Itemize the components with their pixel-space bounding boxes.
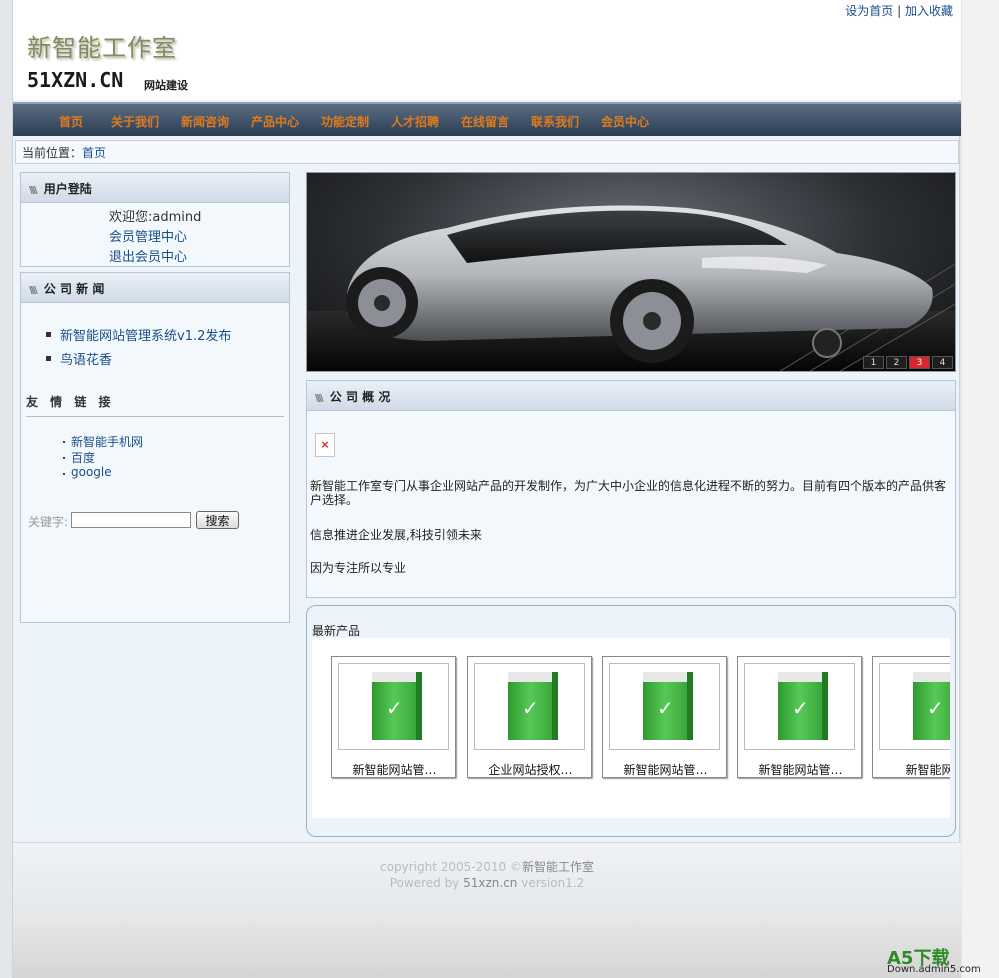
add-favorite-link[interactable]: 加入收藏	[905, 4, 953, 18]
top-links: 设为首页 | 加入收藏	[845, 2, 953, 19]
product-card[interactable]: ✓ 新智能网站	[872, 656, 950, 778]
car-image	[346, 205, 955, 371]
company-news-header: \\\\ 公 司 新 闻	[21, 273, 289, 303]
search-button[interactable]: 搜索	[196, 511, 239, 529]
version-text: version1.2	[517, 876, 585, 890]
nav-item-member[interactable]: 会员中心	[601, 113, 649, 130]
banner-page-4[interactable]: 4	[932, 356, 953, 369]
latest-products-title: 最新产品	[312, 624, 361, 638]
copyright-prefix: copyright 2005-2010 ©	[380, 860, 522, 874]
nav-item-about[interactable]: 关于我们	[111, 113, 159, 130]
breadcrumb: 当前位置：首页	[15, 140, 959, 164]
product-card[interactable]: ✓ 新智能网站管…	[602, 656, 727, 778]
logo-domain[interactable]: 51XZN.CN	[27, 68, 123, 92]
product-name[interactable]: 企业网站授权…	[468, 761, 593, 778]
news-item[interactable]: 鸟语花香	[46, 349, 231, 373]
product-card[interactable]: ✓ 企业网站授权…	[467, 656, 592, 778]
product-name[interactable]: 新智能网站管…	[332, 761, 457, 778]
keyword-input[interactable]	[71, 512, 191, 528]
friend-link[interactable]: 百度	[63, 449, 143, 465]
page-container: 设为首页 | 加入收藏 新智能工作室 51XZN.CN 网站建设 首页 关于我们…	[12, 0, 961, 978]
copyright-owner: 新智能工作室	[521, 860, 594, 874]
company-news-box: \\\\ 公 司 新 闻 新智能网站管理系统v1.2发布 鸟语花香 友 情 链 …	[20, 272, 290, 623]
company-overview-header: \\\\ 公 司 概 况	[307, 381, 955, 411]
friend-links-title: 友 情 链 接	[26, 393, 284, 417]
banner-page-3[interactable]: 3	[909, 356, 930, 369]
powered-by-line: Powered by 51xzn.cn version1.2	[13, 875, 961, 891]
user-login-title: 用户登陆	[43, 182, 92, 196]
double-slash-icon: \\\\	[29, 285, 37, 296]
double-slash-icon: \\\\	[315, 393, 323, 404]
product-name[interactable]: 新智能网站管…	[738, 761, 863, 778]
main-nav: 首页 关于我们 新闻咨询 产品中心 功能定制 人才招聘 在线留言 联系我们 会员…	[13, 102, 961, 136]
a5-download-watermark: A5下载 Down.admin5.com	[887, 944, 993, 976]
header: 设为首页 | 加入收藏 新智能工作室 51XZN.CN 网站建设	[13, 0, 961, 100]
double-slash-icon: \\\\	[29, 185, 37, 196]
watermark-sub: Down.admin5.com	[887, 964, 981, 975]
breadcrumb-label: 当前位置：	[22, 146, 83, 160]
news-item[interactable]: 新智能网站管理系统v1.2发布	[46, 325, 231, 349]
logo-chinese-name[interactable]: 新智能工作室	[27, 28, 177, 63]
product-image: ✓	[879, 663, 950, 750]
friend-links-list: 新智能手机网 百度 google	[63, 433, 143, 481]
product-image: ✓	[744, 663, 855, 750]
nav-item-contact[interactable]: 联系我们	[531, 113, 579, 130]
banner-page-1[interactable]: 1	[863, 356, 884, 369]
banner-page-2[interactable]: 2	[886, 356, 907, 369]
product-name[interactable]: 新智能网站	[873, 761, 950, 778]
window-scrollbar[interactable]	[962, 0, 999, 978]
user-login-header: \\\\ 用户登陆	[21, 173, 289, 203]
friend-link[interactable]: 新智能手机网	[63, 433, 143, 449]
powered-by-prefix: Powered by	[389, 876, 464, 890]
latest-products-box: 最新产品 ✓ 新智能网站管… ✓ 企业网站授权… ✓ 新智能网站管… ✓ 新智能…	[306, 605, 956, 837]
banner-slideshow[interactable]: 1 2 3 4	[306, 172, 956, 372]
product-image: ✓	[338, 663, 449, 750]
broken-image-icon: ×	[315, 433, 335, 457]
company-news-title: 公 司 新 闻	[43, 282, 105, 296]
company-overview-title: 公 司 概 况	[329, 390, 391, 404]
nav-item-jobs[interactable]: 人才招聘	[391, 113, 439, 130]
logo-subtitle: 网站建设	[144, 79, 188, 92]
top-links-separator: |	[897, 4, 902, 18]
footer-bottom-band	[13, 914, 961, 978]
nav-item-custom[interactable]: 功能定制	[321, 113, 369, 130]
user-login-box: \\\\ 用户登陆 欢迎您:admind 会员管理中心 退出会员中心	[20, 172, 290, 267]
product-image: ✓	[609, 663, 720, 750]
product-carousel: ✓ 新智能网站管… ✓ 企业网站授权… ✓ 新智能网站管… ✓ 新智能网站管… …	[312, 638, 950, 818]
product-image: ✓	[474, 663, 585, 750]
friend-link[interactable]: google	[63, 465, 143, 481]
powered-by-site-link[interactable]: 51xzn.cn	[463, 876, 517, 890]
news-list: 新智能网站管理系统v1.2发布 鸟语花香	[46, 325, 231, 373]
welcome-text: 欢迎您:admind	[109, 210, 202, 225]
footer: copyright 2005-2010 ©新智能工作室 Powered by 5…	[13, 842, 961, 914]
overview-paragraph: 新智能工作室专门从事企业网站产品的开发制作，为广大中小企业的信息化进程不断的努力…	[310, 479, 947, 507]
member-manage-link[interactable]: 会员管理中心	[109, 226, 187, 245]
product-card[interactable]: ✓ 新智能网站管…	[737, 656, 862, 778]
set-homepage-link[interactable]: 设为首页	[845, 4, 893, 18]
breadcrumb-home-link[interactable]: 首页	[82, 146, 106, 160]
overview-paragraph: 信息推进企业发展,科技引领未来	[310, 528, 482, 542]
banner-pager: 1 2 3 4	[861, 356, 953, 369]
copyright-line: copyright 2005-2010 ©新智能工作室	[13, 859, 961, 875]
company-overview-box: \\\\ 公 司 概 况 × 新智能工作室专门从事企业网站产品的开发制作，为广大…	[306, 380, 956, 598]
member-logout-link[interactable]: 退出会员中心	[109, 246, 187, 265]
product-card[interactable]: ✓ 新智能网站管…	[331, 656, 456, 778]
nav-item-news[interactable]: 新闻咨询	[181, 113, 229, 130]
overview-paragraph: 因为专注所以专业	[310, 561, 407, 575]
product-name[interactable]: 新智能网站管…	[603, 761, 728, 778]
nav-item-products[interactable]: 产品中心	[251, 113, 299, 130]
nav-item-message[interactable]: 在线留言	[461, 113, 509, 130]
keyword-label: 关键字:	[28, 515, 69, 529]
nav-item-home[interactable]: 首页	[59, 113, 83, 130]
